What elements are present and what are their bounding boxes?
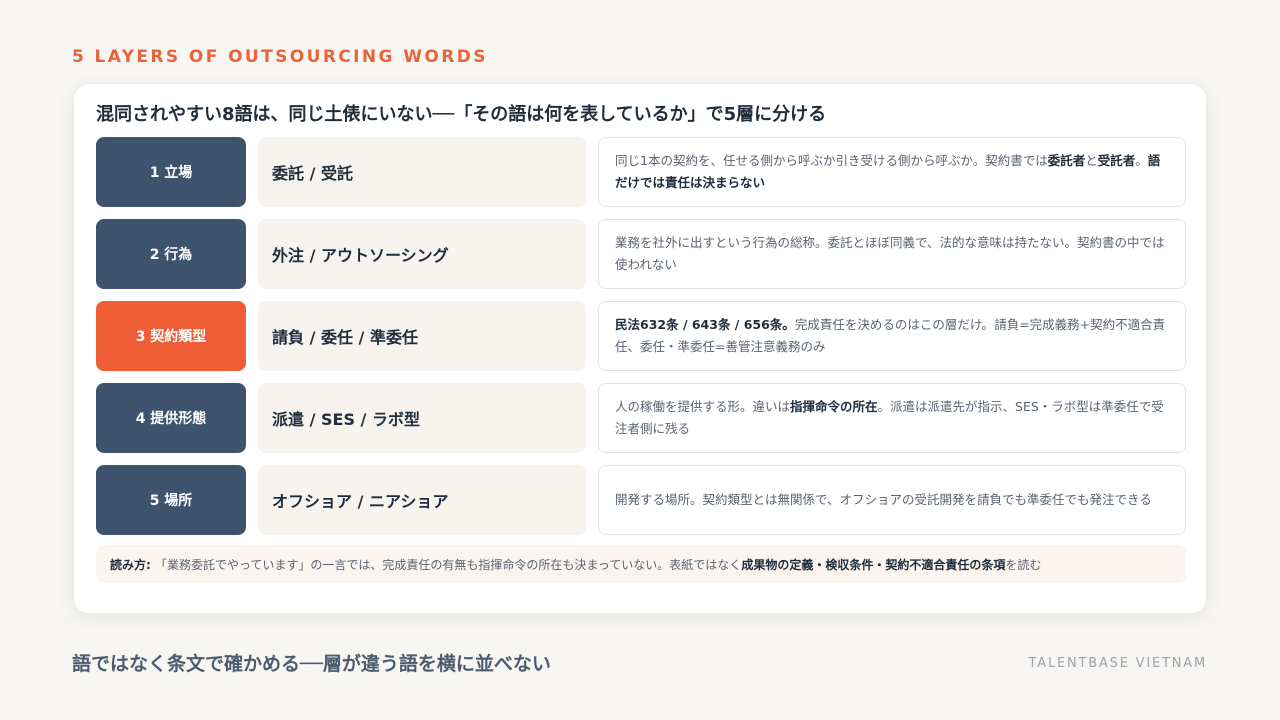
emphasized-text: 受託者 xyxy=(1097,153,1136,168)
layer-terms: 外注 / アウトソーシング xyxy=(258,219,586,289)
reading-note-text: 読み方: 「業務委託でやっています」の一言では、完成責任の有無も指揮命令の所在も… xyxy=(110,556,1041,573)
layer-row-2: 2 行為 外注 / アウトソーシング 業務を社外に出すという行為の総称。委託とほ… xyxy=(96,219,1186,289)
layer-label: 5 場所 xyxy=(96,465,246,535)
layer-description: 同じ1本の契約を、任せる側から呼ぶか引き受ける側から呼ぶか。契約書では委託者と受… xyxy=(598,137,1186,207)
text-segment: 同じ1本の契約を、任せる側から呼ぶか引き受ける側から呼ぶか。契約書では xyxy=(615,153,1048,168)
text-segment: 人の稼働を提供する形。違いは xyxy=(615,399,791,414)
emphasized-text: 読み方: xyxy=(110,557,155,572)
layer-label: 1 立場 xyxy=(96,137,246,207)
layer-description-text: 業務を社外に出すという行為の総称。委託とほぼ同義で、法的な意味は持たない。契約書… xyxy=(615,232,1169,276)
layer-label: 4 提供形態 xyxy=(96,383,246,453)
layer-row-1: 1 立場 委託 / 受託 同じ1本の契約を、任せる側から呼ぶか引き受ける側から呼… xyxy=(96,137,1186,207)
text-segment: 業務を社外に出すという行為の総称。委託とほぼ同義で、法的な意味は持たない。契約書… xyxy=(615,235,1165,272)
emphasized-text: 委託者 xyxy=(1047,153,1086,168)
emphasized-text: 指揮命令の所在 xyxy=(790,399,878,414)
reading-note: 読み方: 「業務委託でやっています」の一言では、完成責任の有無も指揮命令の所在も… xyxy=(96,545,1186,583)
footer-message: 語ではなく条文で確かめる──層が違う語を横に並べない xyxy=(72,653,551,675)
layer-terms: 請負 / 委任 / 準委任 xyxy=(258,301,586,371)
layer-description-text: 人の稼働を提供する形。違いは指揮命令の所在。派遣は派遣先が指示、SES・ラボ型は… xyxy=(615,396,1169,440)
layer-label-highlighted: 3 契約類型 xyxy=(96,301,246,371)
layer-terms: 委託 / 受託 xyxy=(258,137,586,207)
layer-row-4: 4 提供形態 派遣 / SES / ラボ型 人の稼働を提供する形。違いは指揮命令… xyxy=(96,383,1186,453)
layers-card: 混同されやすい8語は、同じ土俵にいない──「その語は何を表しているか」で5層に分… xyxy=(73,83,1207,614)
emphasized-text: 民法632条 / 643条 / 656条。 xyxy=(615,317,795,332)
layer-description: 開発する場所。契約類型とは無関係で、オフショアの受託開発を請負でも準委任でも発注… xyxy=(598,465,1186,535)
layer-description-text: 開発する場所。契約類型とは無関係で、オフショアの受託開発を請負でも準委任でも発注… xyxy=(615,489,1152,511)
layer-description: 民法632条 / 643条 / 656条。完成責任を決めるのはこの層だけ。請負=… xyxy=(598,301,1186,371)
layer-row-3: 3 契約類型 請負 / 委任 / 準委任 民法632条 / 643条 / 656… xyxy=(96,301,1186,371)
brand-label: TALENTBASE VIETNAM xyxy=(1028,656,1207,671)
text-segment: 開発する場所。契約類型とは無関係で、オフショアの受託開発を請負でも準委任でも発注… xyxy=(615,492,1152,507)
layer-row-5: 5 場所 オフショア / ニアショア 開発する場所。契約類型とは無関係で、オフシ… xyxy=(96,465,1186,535)
card-title: 混同されやすい8語は、同じ土俵にいない──「その語は何を表しているか」で5層に分… xyxy=(96,104,827,125)
text-segment: 。 xyxy=(1135,153,1148,168)
layer-description: 人の稼働を提供する形。違いは指揮命令の所在。派遣は派遣先が指示、SES・ラボ型は… xyxy=(598,383,1186,453)
layer-description: 業務を社外に出すという行為の総称。委託とほぼ同義で、法的な意味は持たない。契約書… xyxy=(598,219,1186,289)
text-segment: と xyxy=(1085,153,1098,168)
layer-label: 2 行為 xyxy=(96,219,246,289)
text-segment: を読む xyxy=(1005,557,1042,572)
layer-terms: オフショア / ニアショア xyxy=(258,465,586,535)
emphasized-text: 成果物の定義・検収条件・契約不適合責任の条項 xyxy=(741,557,1006,572)
layer-terms: 派遣 / SES / ラボ型 xyxy=(258,383,586,453)
layer-description-text: 民法632条 / 643条 / 656条。完成責任を決めるのはこの層だけ。請負=… xyxy=(615,314,1169,358)
text-segment: 「業務委託でやっています」の一言では、完成責任の有無も指揮命令の所在も決まってい… xyxy=(154,557,742,572)
section-kicker: 5 LAYERS OF OUTSOURCING WORDS xyxy=(72,47,488,67)
layer-description-text: 同じ1本の契約を、任せる側から呼ぶか引き受ける側から呼ぶか。契約書では委託者と受… xyxy=(615,150,1169,194)
